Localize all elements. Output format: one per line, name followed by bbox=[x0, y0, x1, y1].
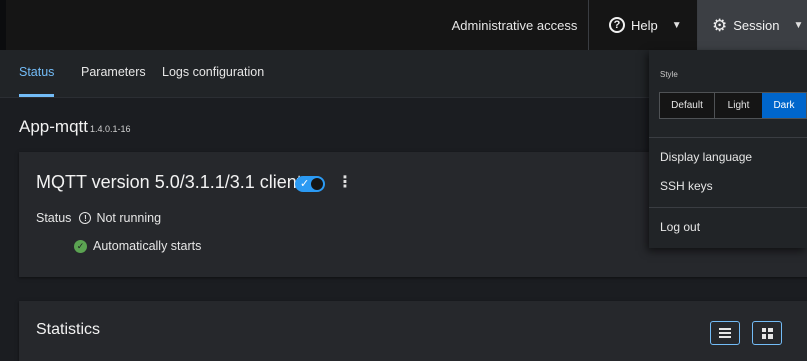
page-title: App-mqtt 1.4.0.1-16 bbox=[19, 117, 131, 137]
tab-logs-configuration-label: Logs configuration bbox=[162, 65, 265, 79]
check-circle-icon: ✓ bbox=[74, 239, 87, 253]
style-light-label: Light bbox=[727, 100, 750, 111]
style-light-button[interactable]: Light bbox=[715, 93, 762, 118]
ssh-keys-item[interactable]: SSH keys bbox=[660, 179, 713, 193]
style-default-button[interactable]: Default bbox=[660, 93, 715, 118]
client-card-title: MQTT version 5.0/3.1.1/3.1 client bbox=[36, 172, 302, 192]
autostart-row: ✓ Automatically starts bbox=[74, 239, 201, 253]
statistics-title: Statistics bbox=[36, 321, 101, 338]
toggle-knob bbox=[311, 178, 323, 190]
session-dropdown-menu: Style Default Light Dark Display languag… bbox=[649, 50, 807, 248]
status-label: Status bbox=[36, 211, 72, 225]
app-version: 1.4.0.1-16 bbox=[89, 124, 131, 134]
tab-parameters-label: Parameters bbox=[81, 65, 146, 79]
gear-icon: ⚙ bbox=[712, 15, 728, 35]
caret-down-icon: ▼ bbox=[793, 19, 804, 31]
tab-status[interactable]: Status bbox=[19, 50, 55, 97]
administrative-access-label: Administrative access bbox=[451, 17, 578, 33]
masthead-edge bbox=[0, 0, 6, 50]
grid-view-button[interactable] bbox=[752, 321, 782, 345]
list-icon bbox=[719, 328, 731, 338]
statistics-card: Statistics bbox=[19, 301, 807, 361]
tab-logs-configuration[interactable]: Logs configuration bbox=[162, 50, 264, 97]
status-value: Not running bbox=[96, 211, 162, 225]
style-dark-label: Dark bbox=[773, 100, 795, 111]
administrative-access-button[interactable]: Administrative access bbox=[441, 0, 589, 50]
style-toggle-group: Default Light Dark bbox=[659, 92, 807, 119]
grid-icon bbox=[761, 327, 773, 339]
list-view-button[interactable] bbox=[710, 321, 740, 345]
client-enable-toggle[interactable]: ✓ bbox=[295, 176, 325, 192]
app-name: App-mqtt bbox=[19, 117, 88, 136]
status-row: Status ! Not running bbox=[36, 211, 161, 225]
caret-down-icon: ▼ bbox=[671, 19, 682, 31]
check-icon: ✓ bbox=[300, 178, 310, 190]
menu-divider bbox=[649, 207, 807, 208]
tab-status-label: Status bbox=[19, 65, 55, 79]
style-default-label: Default bbox=[671, 100, 703, 111]
tab-parameters[interactable]: Parameters bbox=[81, 50, 146, 97]
autostart-label: Automatically starts bbox=[93, 239, 202, 253]
style-label: Style bbox=[660, 70, 678, 79]
session-label: Session bbox=[733, 17, 780, 33]
help-label: Help bbox=[631, 17, 658, 33]
style-dark-button[interactable]: Dark bbox=[762, 93, 806, 118]
menu-divider bbox=[649, 137, 807, 138]
kebab-menu-icon[interactable]: ⋮ bbox=[337, 172, 353, 192]
display-language-item[interactable]: Display language bbox=[660, 150, 752, 164]
masthead: Administrative access ? Help ▼ ⚙ Session… bbox=[0, 0, 807, 50]
help-menu-button[interactable]: ? Help ▼ bbox=[589, 0, 698, 50]
help-circle-icon: ? bbox=[609, 17, 625, 33]
info-circle-icon: ! bbox=[79, 212, 92, 224]
log-out-item[interactable]: Log out bbox=[660, 220, 700, 234]
session-menu-button[interactable]: ⚙ Session ▼ bbox=[698, 0, 807, 50]
